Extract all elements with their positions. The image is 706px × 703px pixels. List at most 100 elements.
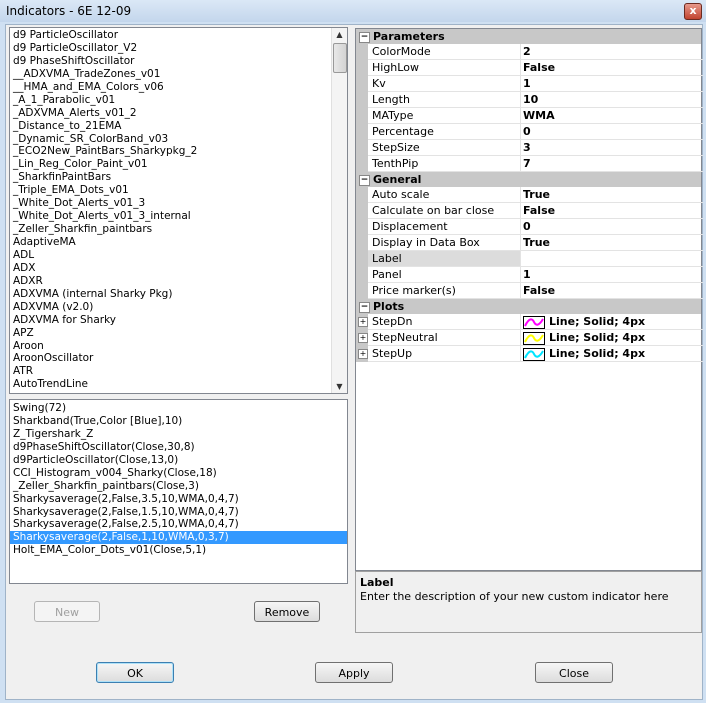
property-value[interactable]: True — [521, 235, 703, 251]
list-item[interactable]: Z_Tigershark_Z — [10, 428, 347, 441]
list-item[interactable]: __ADXVMA_TradeZones_v01 — [10, 68, 347, 81]
property-row[interactable]: Price marker(s) False — [356, 283, 703, 299]
property-row[interactable]: TenthPip 7 — [356, 156, 703, 172]
list-item[interactable]: ADXVMA (internal Sharky Pkg) — [10, 288, 347, 301]
property-row[interactable]: Calculate on bar close False — [356, 203, 703, 219]
property-row[interactable]: + StepDn Line; Solid; 4px — [356, 314, 703, 330]
property-row[interactable]: Length 10 — [356, 92, 703, 108]
list-item[interactable]: ADXR — [10, 275, 347, 288]
list-item[interactable]: d9 ParticleOscillator_V2 — [10, 42, 347, 55]
list-item[interactable]: __HMA_and_EMA_Colors_v06 — [10, 81, 347, 94]
applied-indicators-list[interactable]: Swing(72) Sharkband(True,Color [Blue],10)… — [9, 399, 348, 584]
property-row[interactable]: + StepUp Line; Solid; 4px — [356, 346, 703, 362]
category-general[interactable]: − General — [356, 172, 701, 187]
property-value[interactable]: 2 — [521, 44, 703, 60]
list-item[interactable]: AroonOscillator — [10, 352, 347, 365]
list-item[interactable]: _A_1_Parabolic_v01 — [10, 94, 347, 107]
property-row[interactable]: HighLow False — [356, 60, 703, 76]
property-row[interactable]: StepSize 3 — [356, 140, 703, 156]
property-value[interactable]: False — [521, 60, 703, 76]
list-item[interactable]: _Lin_Reg_Color_Paint_v01 — [10, 158, 347, 171]
property-row[interactable]: + StepNeutral Line; Solid; 4px — [356, 330, 703, 346]
available-list-scrollbar[interactable]: ▲ ▼ — [331, 28, 347, 393]
property-value[interactable]: Line; Solid; 4px — [521, 314, 703, 330]
list-item[interactable]: Sharkysaverage(2,False,1.5,10,WMA,0,4,7) — [10, 506, 347, 519]
expand-icon[interactable]: + — [358, 333, 368, 343]
ok-button[interactable]: OK — [96, 662, 174, 683]
list-item[interactable]: Holt_EMA_Color_Dots_v01(Close,5,1) — [10, 544, 347, 557]
property-value[interactable]: 1 — [521, 267, 703, 283]
list-item[interactable]: Sharkysaverage(2,False,1,10,WMA,0,3,7) — [10, 531, 347, 545]
close-button[interactable]: Close — [535, 662, 613, 683]
remove-button[interactable]: Remove — [254, 601, 320, 622]
property-row[interactable]: Kv 1 — [356, 76, 703, 92]
property-value[interactable]: True — [521, 187, 703, 203]
property-value[interactable]: 0 — [521, 124, 703, 140]
property-row[interactable]: Percentage 0 — [356, 124, 703, 140]
property-value[interactable]: WMA — [521, 108, 703, 124]
collapse-icon[interactable]: − — [359, 302, 370, 313]
category-plots[interactable]: − Plots — [356, 299, 701, 314]
list-item[interactable]: Swing(72) — [10, 402, 347, 415]
title-bar[interactable]: Indicators - 6E 12-09 x — [0, 0, 706, 22]
list-item[interactable]: d9PhaseShiftOscillator(Close,30,8) — [10, 441, 347, 454]
list-item[interactable]: Aroon — [10, 340, 347, 353]
list-item[interactable]: d9 ParticleOscillator — [10, 29, 347, 42]
property-grid[interactable]: − Parameters ColorMode 2 HighLow False Kv 1 Leng… — [355, 28, 703, 571]
property-row[interactable]: Auto scale True — [356, 187, 703, 203]
list-item[interactable]: Sharkband(True,Color [Blue],10) — [10, 415, 347, 428]
list-item[interactable]: ADX — [10, 262, 347, 275]
list-item[interactable]: _SharkfinPaintBars — [10, 171, 347, 184]
property-value[interactable]: Line; Solid; 4px — [521, 330, 703, 346]
list-item[interactable]: ATR — [10, 365, 347, 378]
collapse-icon[interactable]: − — [359, 175, 370, 186]
window-close-button[interactable]: x — [684, 3, 702, 20]
expand-icon[interactable]: + — [358, 349, 368, 359]
list-item[interactable]: APZ — [10, 327, 347, 340]
list-item[interactable]: _Zeller_Sharkfin_paintbars(Close,3) — [10, 480, 347, 493]
property-value[interactable]: 7 — [521, 156, 703, 172]
category-title: Parameters — [373, 30, 445, 43]
property-value[interactable]: 1 — [521, 76, 703, 92]
list-item[interactable]: _Dynamic_SR_ColorBand_v03 — [10, 133, 347, 146]
list-item[interactable]: d9ParticleOscillator(Close,13,0) — [10, 454, 347, 467]
list-item[interactable]: Sharkysaverage(2,False,2.5,10,WMA,0,4,7) — [10, 518, 347, 531]
list-item[interactable]: d9 PhaseShiftOscillator — [10, 55, 347, 68]
property-row[interactable]: Panel 1 — [356, 267, 703, 283]
available-indicators-list[interactable]: d9 ParticleOscillator d9 ParticleOscillat… — [9, 27, 348, 394]
expand-icon[interactable]: + — [358, 317, 368, 327]
collapse-icon[interactable]: − — [359, 32, 370, 43]
property-value[interactable]: False — [521, 203, 703, 219]
list-item[interactable]: Sharkysaverage(2,False,3.5,10,WMA,0,4,7) — [10, 493, 347, 506]
property-row[interactable]: MAType WMA — [356, 108, 703, 124]
property-value[interactable] — [521, 251, 703, 267]
property-row[interactable]: Label — [356, 251, 703, 267]
list-item[interactable]: _ECO2New_PaintBars_Sharkypkg_2 — [10, 145, 347, 158]
scroll-down-icon[interactable]: ▼ — [334, 381, 345, 392]
list-item[interactable]: ADXVMA for Sharky — [10, 314, 347, 327]
list-item[interactable]: ADL — [10, 249, 347, 262]
list-item[interactable]: _Triple_EMA_Dots_v01 — [10, 184, 347, 197]
category-parameters[interactable]: − Parameters — [356, 29, 701, 44]
list-item[interactable]: CCI_Histogram_v004_Sharky(Close,18) — [10, 467, 347, 480]
apply-button[interactable]: Apply — [315, 662, 393, 683]
scrollbar-thumb[interactable] — [333, 43, 347, 73]
list-item[interactable]: ADXVMA (v2.0) — [10, 301, 347, 314]
list-item[interactable]: _White_Dot_Alerts_v01_3 — [10, 197, 347, 210]
property-value[interactable]: 3 — [521, 140, 703, 156]
list-item[interactable]: _ADXVMA_Alerts_v01_2 — [10, 107, 347, 120]
list-item[interactable]: AutoTrendLine — [10, 378, 347, 391]
scroll-up-icon[interactable]: ▲ — [334, 29, 345, 40]
property-value[interactable]: 10 — [521, 92, 703, 108]
property-value[interactable]: Line; Solid; 4px — [521, 346, 703, 362]
property-value[interactable]: 0 — [521, 219, 703, 235]
list-item[interactable]: _Distance_to_21EMA — [10, 120, 347, 133]
list-item[interactable]: _White_Dot_Alerts_v01_3_internal — [10, 210, 347, 223]
new-button[interactable]: New — [34, 601, 100, 622]
property-row[interactable]: Displacement 0 — [356, 219, 703, 235]
list-item[interactable]: AdaptiveMA — [10, 236, 347, 249]
list-item[interactable]: _Zeller_Sharkfin_paintbars — [10, 223, 347, 236]
property-row[interactable]: ColorMode 2 — [356, 44, 703, 60]
property-row[interactable]: Display in Data Box True — [356, 235, 703, 251]
property-value[interactable]: False — [521, 283, 703, 299]
